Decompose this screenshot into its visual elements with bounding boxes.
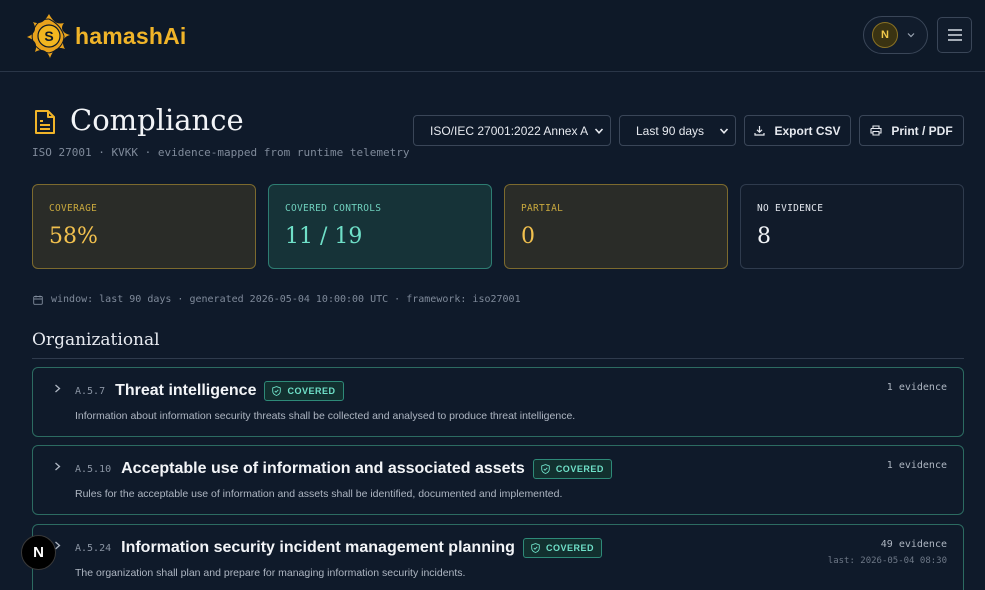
brand-logo[interactable]: S hamashAi [26, 13, 187, 59]
control-name: Information security incident management… [121, 539, 515, 556]
control-id: A.5.10 [75, 463, 112, 475]
control-id: A.5.24 [75, 542, 112, 554]
coverage-card: COVERAGE 58% [32, 184, 256, 269]
export-csv-label: Export CSV [774, 123, 841, 138]
logo-sun-icon: S [27, 14, 70, 58]
shield-check-icon [272, 386, 282, 396]
brand-name: hamashAi [75, 22, 187, 49]
shield-check-icon [531, 543, 540, 553]
print-pdf-button[interactable]: Print / PDF [859, 115, 964, 146]
stat-label: COVERED CONTROLS [285, 203, 382, 214]
print-pdf-label: Print / PDF [891, 123, 953, 138]
status-badge: COVERED [522, 538, 602, 558]
page-title: Compliance [70, 103, 244, 137]
evidence-count: 1 evidence [886, 382, 947, 393]
control-description: The organization shall plan and prepare … [75, 567, 466, 579]
status-badge: COVERED [532, 459, 612, 479]
last-evidence-timestamp: last: 2026-05-04 08:30 [827, 556, 947, 566]
user-menu[interactable]: N [863, 16, 928, 54]
chevron-down-icon [907, 33, 915, 38]
control-row[interactable]: A.5.24 Information security incident man… [32, 524, 964, 590]
control-name: Acceptable use of information and associ… [121, 460, 525, 477]
control-description: Rules for the acceptable use of informat… [75, 488, 563, 500]
chevron-right-icon[interactable] [53, 384, 62, 393]
avatar: N [872, 22, 898, 48]
document-icon [35, 110, 55, 134]
status-badge: COVERED [264, 381, 344, 401]
stat-label: PARTIAL [521, 203, 564, 214]
page-subtitle: ISO 27001 · KVKK · evidence-mapped from … [32, 146, 410, 159]
framework-select[interactable]: ISO/IEC 27001:2022 Annex A [413, 115, 611, 146]
time-window-select[interactable]: Last 90 days [619, 115, 736, 146]
control-description: Information about information security t… [75, 410, 576, 422]
stat-value: 11 / 19 [285, 224, 363, 249]
status-badge-label: COVERED [545, 543, 594, 553]
shield-check-icon [541, 464, 550, 474]
time-window-select-value: Last 90 days [636, 123, 705, 138]
stat-label: NO EVIDENCE [757, 203, 824, 214]
export-csv-button[interactable]: Export CSV [744, 115, 851, 146]
stat-value: 58% [49, 224, 98, 249]
hamburger-menu-button[interactable] [937, 17, 972, 53]
download-icon [754, 126, 766, 136]
stat-label: COVERAGE [49, 203, 98, 214]
chevron-down-icon [594, 128, 604, 134]
status-badge-label: COVERED [555, 464, 604, 474]
chevron-down-icon [719, 128, 729, 134]
svg-text:S: S [44, 28, 53, 44]
section-divider [32, 358, 964, 359]
printer-icon [870, 125, 882, 136]
control-row[interactable]: A.5.7 Threat intelligence COVERED Inform… [32, 367, 964, 437]
status-badge-label: COVERED [287, 386, 336, 396]
control-name: Threat intelligence [115, 382, 257, 399]
menu-icon [947, 29, 962, 41]
control-row[interactable]: A.5.10 Acceptable use of information and… [32, 445, 964, 515]
report-meta-text: window: last 90 days · generated 2026-05… [51, 294, 521, 305]
floating-n-button[interactable]: N [21, 535, 56, 570]
stat-value: 0 [521, 224, 535, 249]
report-meta: window: last 90 days · generated 2026-05… [33, 294, 521, 305]
partial-card: PARTIAL 0 [504, 184, 728, 269]
covered-controls-card: COVERED CONTROLS 11 / 19 [268, 184, 492, 269]
no-evidence-card: NO EVIDENCE 8 [740, 184, 964, 269]
stat-value: 8 [757, 224, 771, 249]
chevron-right-icon[interactable] [53, 462, 62, 471]
top-bar: S hamashAi N [0, 0, 985, 72]
control-id: A.5.7 [75, 385, 106, 397]
evidence-count: 1 evidence [886, 460, 947, 471]
section-title: Organizational [32, 330, 160, 350]
evidence-count: 49 evidence [880, 539, 947, 550]
calendar-icon [33, 295, 43, 305]
framework-select-value: ISO/IEC 27001:2022 Annex A [430, 123, 589, 138]
